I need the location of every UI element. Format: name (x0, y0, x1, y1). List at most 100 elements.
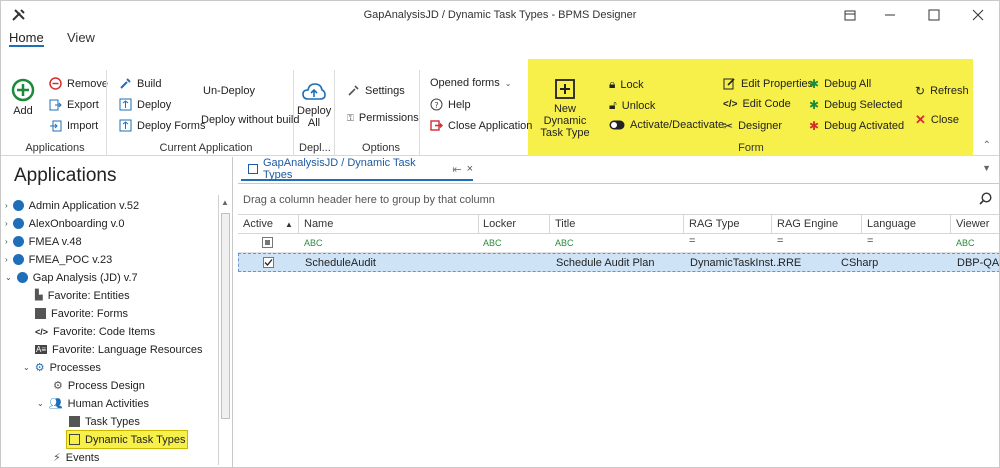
remove-button[interactable]: Remove (49, 77, 108, 90)
tree-item-events[interactable]: ⚡︎ Events (53, 449, 99, 466)
tree-item-admin-application[interactable]: › Admin Application v.52 (5, 197, 139, 214)
column-header-rag-engine[interactable]: RAG Engine (777, 218, 838, 230)
scrollbar-thumb[interactable] (221, 213, 230, 419)
title-filter-icon[interactable]: ABC (555, 238, 574, 248)
locker-filter-icon[interactable]: ABC (483, 238, 502, 248)
new-dynamic-task-type-button[interactable]: New Dynamic Task Type (533, 78, 597, 139)
scroll-up-icon[interactable]: ▲ (221, 198, 229, 207)
tree-item-task-types[interactable]: Task Types (69, 413, 140, 430)
active-checkbox[interactable] (263, 257, 274, 268)
tree-item-gap-analysis[interactable]: ⌄ Gap Analysis (JD) v.7 (5, 269, 138, 286)
tab-home[interactable]: Home (9, 30, 44, 47)
permissions-icon: ⚿ (347, 112, 354, 123)
deploy-without-build-button[interactable]: Deploy without build (201, 114, 299, 126)
add-button[interactable]: Add (9, 78, 37, 117)
applications-group-label: Applications (25, 142, 85, 154)
chevron-right-icon: › (5, 219, 8, 228)
forms-icon (35, 308, 46, 319)
column-header-name[interactable]: Name (304, 218, 333, 230)
lock-button[interactable]: 🔒︎ Lock (609, 77, 644, 92)
close-button[interactable]: ✕ Close (915, 112, 959, 128)
separator (293, 70, 294, 156)
opened-forms-dropdown[interactable]: Opened forms ⌄ (430, 77, 511, 89)
restore-icon[interactable] (835, 4, 865, 26)
close-application-button[interactable]: Close Application (430, 119, 532, 132)
tree-item-favorite-language-resources[interactable]: A≡ Favorite: Language Resources (35, 341, 202, 358)
language-filter-icon[interactable]: = (867, 235, 873, 247)
tree-item-fmea[interactable]: › FMEA v.48 (5, 233, 82, 250)
export-button[interactable]: Export (49, 98, 99, 111)
help-icon: ? (430, 98, 443, 111)
tree-item-human-activities[interactable]: ⌄ 👥︎ Human Activities (37, 395, 149, 412)
tree-item-favorite-code-items[interactable]: </> Favorite: Code Items (35, 323, 155, 340)
deploy-forms-icon (119, 119, 132, 132)
name-filter-icon[interactable]: ABC (304, 238, 323, 248)
tree-item-favorite-entities[interactable]: ▙ Favorite: Entities (35, 287, 130, 304)
column-header-rag-type[interactable]: RAG Type (689, 218, 740, 230)
tree-scrollbar[interactable]: ▲ (218, 195, 230, 465)
table-row[interactable]: ScheduleAudit Schedule Audit Plan Dynami… (238, 253, 1000, 272)
tree-item-dynamic-task-types[interactable]: Dynamic Task Types (65, 430, 189, 449)
separator (419, 70, 420, 156)
column-header-language[interactable]: Language (867, 218, 916, 230)
column-divider (683, 215, 684, 234)
group-by-hint: Drag a column header here to group by th… (243, 194, 495, 206)
cloud-upload-icon (302, 83, 326, 100)
deploy-forms-button[interactable]: Deploy Forms (119, 119, 205, 132)
designer-button[interactable]: ✂ Designer (723, 119, 782, 133)
build-button[interactable]: Build (119, 77, 161, 90)
tab-view[interactable]: View (67, 30, 95, 45)
debug-all-button[interactable]: ✱ Debug All (809, 77, 871, 91)
tree-item-favorite-forms[interactable]: Favorite: Forms (35, 305, 128, 322)
edit-code-button[interactable]: </> Edit Code (723, 98, 791, 110)
task-icon (69, 416, 80, 427)
tab-dynamic-task-types[interactable]: GapAnalysisJD / Dynamic Task Types ⇤ × (241, 157, 473, 181)
collapse-ribbon-icon[interactable]: ⌃ (983, 140, 991, 151)
deploy-button[interactable]: Deploy (119, 98, 171, 111)
minimize-icon[interactable] (875, 4, 905, 26)
tree-item-alexonboarding[interactable]: › AlexOnboarding v.0 (5, 215, 124, 232)
rag-engine-filter-icon[interactable]: = (777, 235, 783, 247)
column-divider (950, 215, 951, 234)
maximize-icon[interactable] (919, 4, 949, 26)
column-header-viewer[interactable]: Viewer (956, 218, 989, 230)
settings-button[interactable]: Settings (347, 84, 405, 97)
tree-item-processes[interactable]: ⌄ ⚙ Processes (23, 359, 101, 376)
chevron-right-icon: › (5, 201, 8, 210)
help-button[interactable]: ? Help (430, 98, 471, 111)
close-tab-icon[interactable]: × (467, 163, 473, 175)
tree-item-fmea-poc[interactable]: › FMEA_POC v.23 (5, 251, 112, 268)
column-header-locker[interactable]: Locker (483, 218, 516, 230)
search-icon[interactable] (979, 192, 992, 205)
dynamic-task-types-grid: Drag a column header here to group by th… (238, 183, 1000, 467)
refresh-button[interactable]: ↻ Refresh (915, 84, 969, 98)
chevron-down-icon: ⌄ (23, 363, 30, 372)
cell-rag-type: DynamicTaskInst... (690, 257, 783, 269)
settings-icon (348, 85, 359, 96)
tree-item-process-design[interactable]: ⚙ Process Design (53, 377, 145, 394)
viewer-filter-icon[interactable]: ABC (956, 238, 975, 248)
deploy-all-button[interactable]: Deploy All (297, 82, 331, 129)
debug-activated-button[interactable]: ✱ Debug Activated (809, 119, 904, 133)
unlock-button[interactable]: 🔓︎ Unlock (609, 98, 655, 113)
undeploy-button[interactable]: Un-Deploy (203, 85, 255, 97)
close-icon[interactable] (963, 4, 993, 26)
cell-viewer: DBP-QA (957, 257, 1000, 269)
dynamic-task-icon (69, 434, 80, 445)
column-header-title[interactable]: Title (555, 218, 575, 230)
activate-deactivate-button[interactable]: Activate/Deactivate (609, 119, 724, 131)
edit-properties-button[interactable]: Edit Properties (723, 77, 813, 90)
column-header-active[interactable]: Active (243, 218, 273, 230)
permissions-button[interactable]: ⚿ Permissions (347, 112, 419, 124)
debug-selected-button[interactable]: ✱ Debug Selected (809, 98, 902, 112)
rag-type-filter-icon[interactable]: = (689, 235, 695, 247)
import-button[interactable]: Import (49, 119, 98, 132)
chevron-down-icon[interactable]: ▼ (982, 163, 991, 173)
cell-name: ScheduleAudit (305, 257, 376, 269)
edit-icon (723, 78, 735, 90)
column-divider (549, 215, 550, 234)
chevron-right-icon: › (5, 237, 8, 246)
pin-icon[interactable]: ⇤ (452, 163, 461, 176)
active-filter-checkbox[interactable] (262, 237, 273, 248)
sort-asc-icon[interactable]: ▲ (285, 220, 293, 229)
